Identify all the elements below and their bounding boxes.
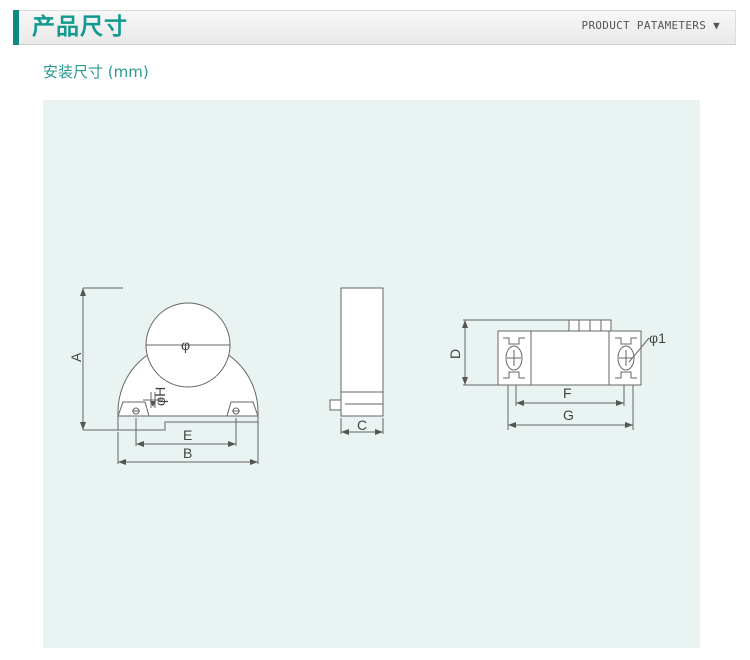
section-title: 安装尺寸 (mm) [43,63,149,81]
label-g: G [563,407,574,423]
dimension-drawing: A E B φ φH C D F G φ1 [68,287,666,465]
triangle-down-icon: ▼ [713,19,720,32]
label-phi: φ [181,337,190,353]
side-view [329,287,384,434]
label-h: φH [152,387,168,406]
drawing-panel: A E B φ φH C D F G φ1 [43,100,700,648]
header-subtitle-link[interactable]: PRODUCT PATAMETERS ▼ [582,19,720,33]
page-title: 产品尺寸 [32,14,128,40]
header-subtitle: PRODUCT PATAMETERS [581,19,707,32]
label-phi1: φ1 [649,330,666,346]
front-view [82,287,259,464]
label-d: D [447,349,463,359]
label-c: C [357,417,367,433]
label-f: F [563,385,572,401]
label-b: B [183,445,192,461]
header-accent-stripe [13,10,19,45]
label-e: E [183,427,192,443]
top-view [463,319,650,430]
label-a: A [68,352,84,362]
